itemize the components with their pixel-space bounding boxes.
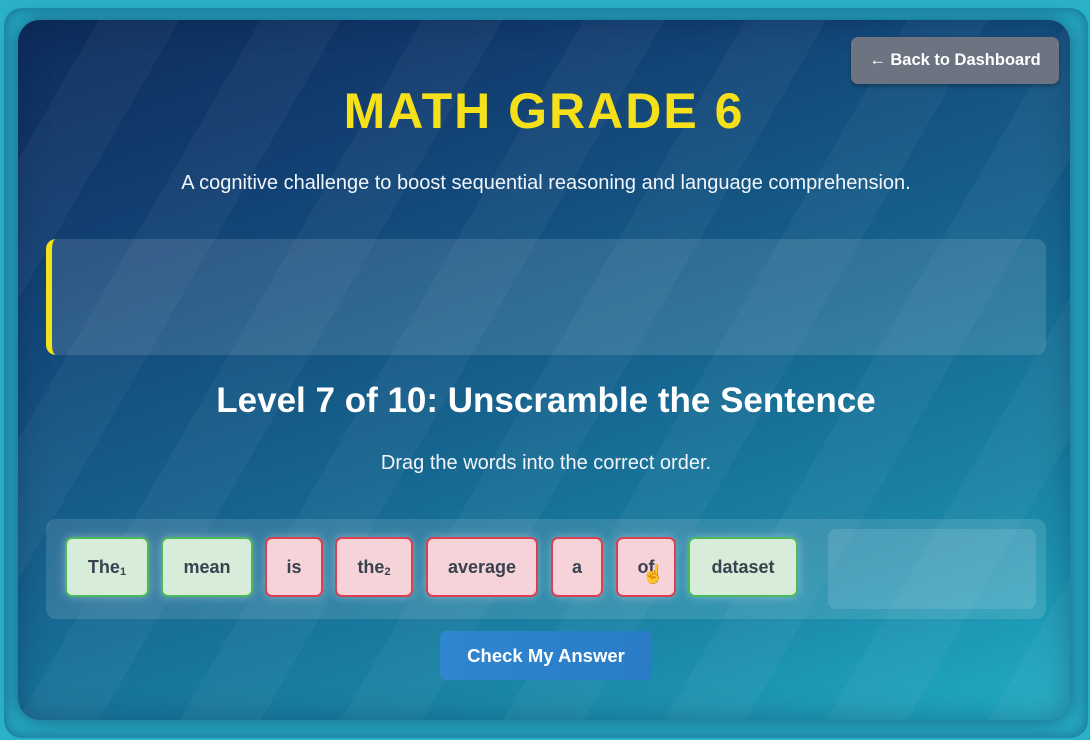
word-tile[interactable]: dataset (688, 537, 798, 597)
word-tile[interactable]: The 1 (65, 537, 149, 597)
word-tile[interactable]: a (551, 537, 603, 597)
page-subtitle: A cognitive challenge to boost sequentia… (181, 172, 911, 194)
word-text: is (286, 556, 302, 577)
level-heading: Level 7 of 10: Unscramble the Sentence (216, 381, 876, 420)
game-panel: ← Back to Dashboard MATH GRADE 6 A cogni… (18, 20, 1070, 720)
word-tile[interactable]: average (426, 537, 538, 597)
word-text: mean (183, 556, 231, 577)
word-tile[interactable]: is (265, 537, 323, 597)
word-text: dataset (711, 556, 775, 577)
word-tile[interactable]: mean (161, 537, 253, 597)
word-text: The (87, 556, 120, 577)
word-text: the (357, 556, 385, 577)
check-answer-button[interactable]: Check My Answer (440, 631, 652, 680)
page-title: MATH GRADE 6 (343, 83, 745, 139)
empty-drop-slot[interactable] (828, 529, 1036, 609)
feedback-banner (46, 239, 1046, 355)
back-to-dashboard-button[interactable]: ← Back to Dashboard (851, 37, 1059, 84)
word-subscript: 2 (384, 566, 391, 578)
hand-pointer-icon: ☝ (642, 564, 665, 584)
word-text: a (571, 556, 582, 577)
word-tile[interactable]: the 2 (335, 537, 413, 597)
app-frame: ← Back to Dashboard MATH GRADE 6 A cogni… (0, 0, 1090, 740)
word-text: average (447, 556, 517, 577)
word-drop-area[interactable]: The 1 mean is the 2 average a of dataset (46, 519, 1046, 619)
word-subscript: 1 (119, 566, 127, 578)
level-instruction: Drag the words into the correct order. (380, 452, 712, 474)
